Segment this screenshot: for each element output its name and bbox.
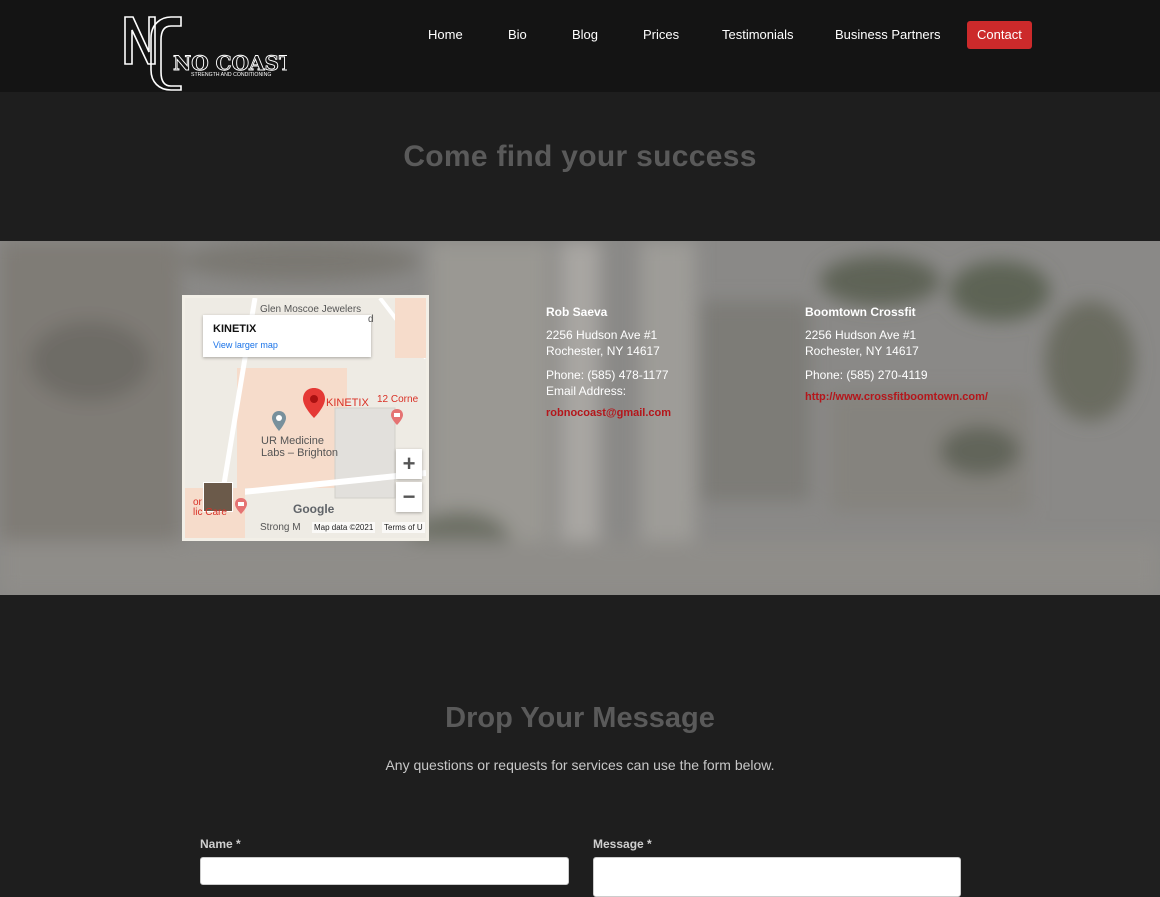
map-terms-link[interactable]: Terms of U: [382, 522, 425, 533]
section-subtitle-message: Any questions or requests for services c…: [385, 757, 775, 773]
map-data-credit: Map data ©2021: [312, 522, 376, 533]
poi-red-icon-2: [235, 498, 247, 514]
map-info-card: KINETIX View larger map: [203, 315, 371, 357]
name-field-label: Name *: [200, 837, 241, 851]
poi-red-icon: [391, 409, 403, 425]
contact-name: Rob Saeva: [546, 305, 608, 319]
contact-email-link[interactable]: robnocoast@gmail.com: [546, 405, 746, 421]
contact-website-link[interactable]: http://www.crossfitboomtown.com/: [805, 389, 1045, 405]
map-label-strong: Strong M: [260, 522, 301, 533]
nav-contact-button[interactable]: Contact: [967, 21, 1032, 49]
nav-bio[interactable]: Bio: [508, 21, 527, 49]
google-logo: Google: [293, 502, 335, 516]
contact-phone: Phone: (585) 270-4119: [805, 368, 928, 382]
map-label-ur-medicine: UR Medicine: [261, 435, 324, 447]
section-title-success: Come find your success: [403, 140, 757, 173]
contact-address-line1: 2256 Hudson Ave #1: [805, 328, 917, 342]
map-label-suffix: d: [368, 314, 374, 325]
contact-rob-saeva: Rob Saeva 2256 Hudson Ave #1 Rochester, …: [546, 304, 746, 421]
map-label-labs-brighton: Labs – Brighton: [261, 447, 339, 459]
zoom-in-button[interactable]: +: [396, 449, 422, 479]
nav-home[interactable]: Home: [428, 21, 463, 49]
nav-prices[interactable]: Prices: [643, 21, 679, 49]
nav-blog[interactable]: Blog: [572, 21, 598, 49]
message-textarea[interactable]: [593, 857, 961, 897]
contact-name: Boomtown Crossfit: [805, 305, 916, 319]
map-label-left-clip2: lic Care: [193, 507, 227, 518]
view-larger-map-link[interactable]: View larger map: [213, 340, 278, 350]
location-pin-icon[interactable]: [302, 387, 326, 419]
nav-business-partners[interactable]: Business Partners: [835, 21, 941, 49]
zoom-out-button[interactable]: −: [396, 482, 422, 512]
contact-address-line2: Rochester, NY 14617: [546, 344, 660, 358]
contact-address-line2: Rochester, NY 14617: [805, 344, 919, 358]
contact-phone: Phone: (585) 478-1177: [546, 368, 669, 382]
poi-grey-pin-icon: [272, 411, 286, 431]
contact-email-label: Email Address:: [546, 384, 627, 398]
map-label-jewelers: Glen Moscoe Jewelers: [260, 304, 362, 315]
contact-address-line1: 2256 Hudson Ave #1: [546, 328, 658, 342]
map-label-corner: 12 Corne: [377, 394, 419, 405]
embedded-map[interactable]: KINETIX View larger map Glen Moscoe Jewe…: [182, 295, 429, 541]
map-place-name: KINETIX: [213, 323, 257, 335]
name-input[interactable]: [200, 857, 569, 885]
main-nav: Home Bio Blog Prices Testimonials Busine…: [0, 21, 1160, 49]
map-marker-label: KINETIX: [326, 397, 369, 409]
nav-testimonials[interactable]: Testimonials: [722, 21, 794, 49]
site-header: NO COAST STRENGTH AND CONDITIONING Home …: [0, 0, 1160, 92]
section-title-message: Drop Your Message: [445, 702, 715, 734]
message-field-label: Message *: [593, 837, 652, 851]
contact-boomtown-crossfit: Boomtown Crossfit 2256 Hudson Ave #1 Roc…: [805, 304, 1045, 405]
logo-tagline: STRENGTH AND CONDITIONING: [191, 72, 271, 78]
